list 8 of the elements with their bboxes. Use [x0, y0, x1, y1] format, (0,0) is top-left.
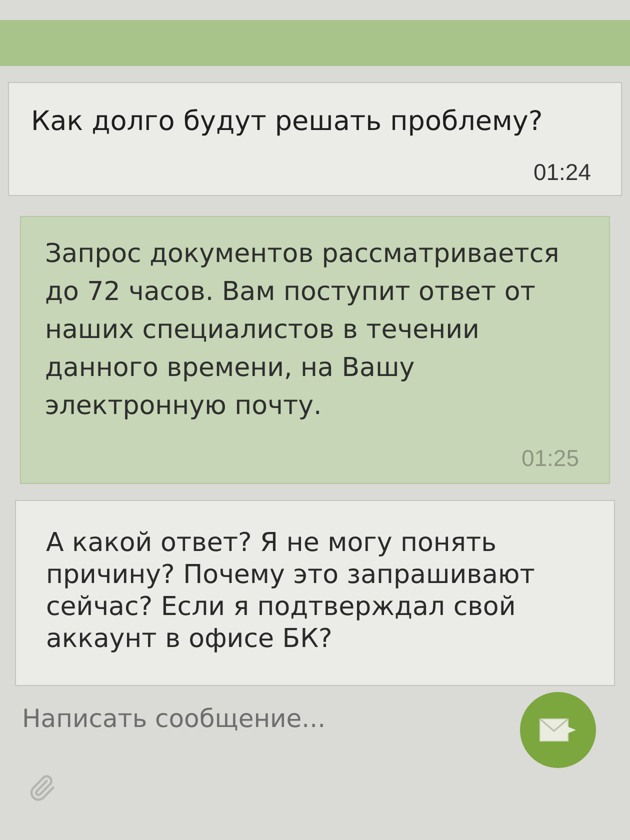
- message-text: А какой ответ? Я не могу понять причину? Почему это запрашивают сейчас? Если я подтверждал свой аккаунт в офисе БК?: [46, 527, 536, 655]
- paperclip-icon[interactable]: [28, 774, 56, 802]
- envelope-icon: [539, 718, 577, 742]
- message-text: Как долго будут решать проблему?: [31, 105, 544, 139]
- message-time: 01:25: [521, 445, 579, 471]
- message-text: Запрос документов рассматривается до 72 часов. Вам поступит ответ от наших специалистов в течении данного времени, на Вашу электронную почту.: [45, 238, 560, 423]
- message-time: 01:24: [533, 159, 591, 185]
- message-input[interactable]: Написать сообщение...: [22, 702, 520, 736]
